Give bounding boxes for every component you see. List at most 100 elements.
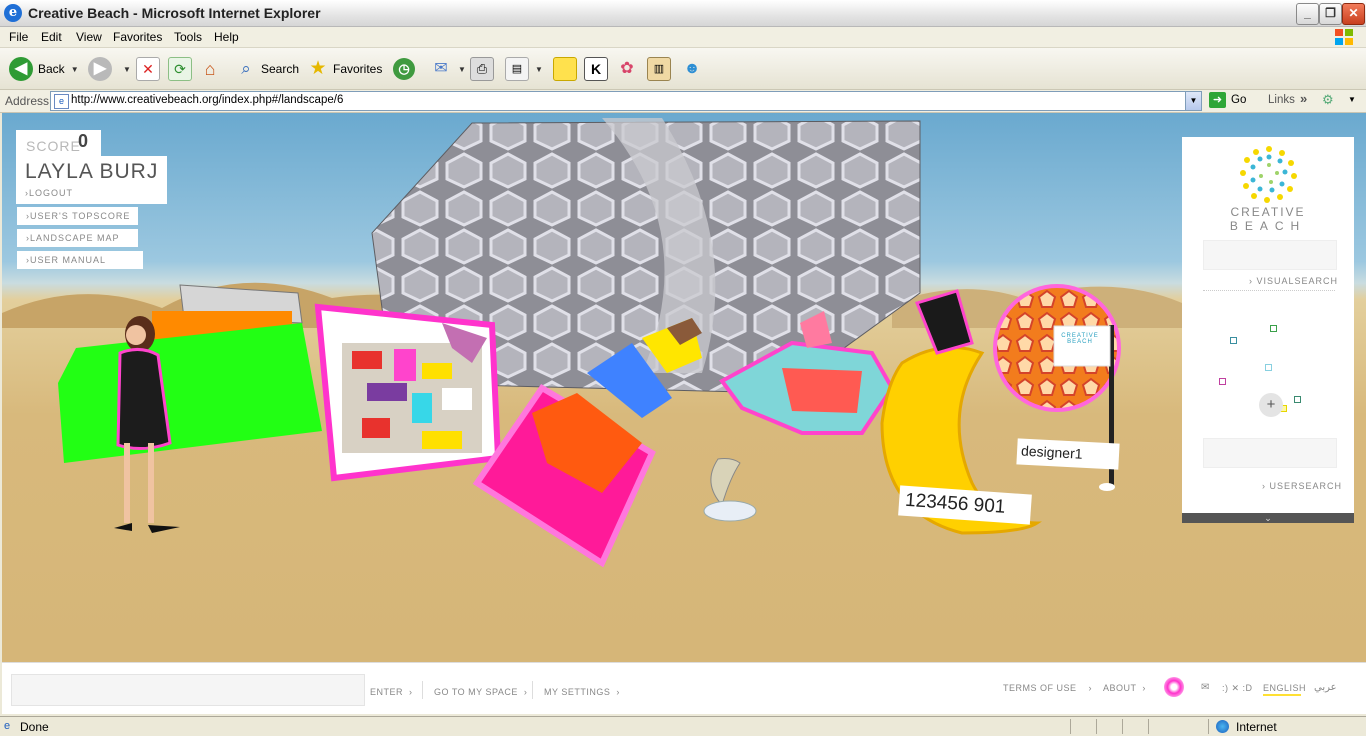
- links-dropdown-icon[interactable]: ▼: [1348, 95, 1356, 104]
- zone-text: Internet: [1236, 720, 1277, 734]
- address-input[interactable]: e http://www.creativebeach.org/index.php…: [50, 91, 1202, 111]
- edit-button[interactable]: ▤ ▼: [505, 56, 543, 82]
- stop-button[interactable]: ✕: [136, 56, 160, 82]
- about-label: ABOUT: [1103, 683, 1137, 693]
- zoom-plus-icon[interactable]: +: [1259, 393, 1283, 417]
- language-arabic[interactable]: عربي: [1314, 682, 1337, 693]
- menu-tools[interactable]: Tools: [174, 30, 202, 44]
- enter-input[interactable]: [11, 674, 365, 706]
- address-label: Address: [5, 94, 50, 108]
- arrow-right-icon: ›: [1079, 683, 1093, 693]
- refresh-button[interactable]: ⟳: [168, 56, 192, 82]
- divider: [422, 681, 423, 699]
- map-dot[interactable]: [1230, 337, 1237, 344]
- nav-user-manual[interactable]: ›USER MANUAL: [17, 251, 143, 269]
- menu-help[interactable]: Help: [214, 30, 239, 44]
- forward-arrow-icon: ▶: [88, 57, 112, 81]
- panel-collapse-bar[interactable]: ⌄: [1182, 513, 1354, 523]
- status-pane: [1148, 719, 1149, 734]
- search-label: Search: [261, 62, 300, 76]
- flag[interactable]: [1053, 325, 1111, 367]
- links-toolbar[interactable]: Links: [1268, 94, 1295, 106]
- forward-button[interactable]: ▶ ▼: [88, 56, 131, 82]
- divider: [1203, 290, 1335, 291]
- usersearch-input[interactable]: [1203, 438, 1337, 468]
- page-done-icon: e: [4, 720, 11, 732]
- arrow-right-icon: ›: [1262, 481, 1270, 491]
- window-title: Creative Beach - Microsoft Internet Expl…: [28, 5, 321, 21]
- map-dot[interactable]: [1294, 396, 1301, 403]
- green-block[interactable]: [58, 323, 322, 463]
- search-button[interactable]: ⌕ Search: [235, 56, 299, 82]
- menu-favorites[interactable]: Favorites: [113, 30, 162, 44]
- forward-dropdown-icon[interactable]: ▼: [123, 65, 131, 74]
- mail-dropdown-icon[interactable]: ▼: [458, 65, 466, 74]
- maximize-button[interactable]: ❐: [1319, 3, 1342, 25]
- cloud-icon: [703, 500, 757, 522]
- go-to-my-space-label: GO TO MY SPACE: [434, 687, 518, 697]
- nav-landscape-map[interactable]: ›LANDSCAPE MAP: [17, 229, 138, 247]
- back-label: Back: [38, 62, 65, 76]
- landscape-scene[interactable]: [2, 113, 1366, 662]
- back-button[interactable]: ◀ Back ▼: [9, 56, 79, 82]
- minimize-button[interactable]: _: [1296, 3, 1319, 25]
- enter-label: ENTER: [370, 687, 404, 697]
- menu-file[interactable]: File: [9, 30, 28, 44]
- arrow-right-icon: ›: [1139, 683, 1146, 693]
- chevron-down-icon: ⌄: [1264, 513, 1272, 523]
- logout-link[interactable]: ›LOGOUT: [25, 188, 73, 198]
- language-underline: [1263, 694, 1301, 696]
- back-dropdown-icon[interactable]: ▼: [71, 65, 79, 74]
- my-settings-link[interactable]: MY SETTINGS ›: [544, 687, 620, 697]
- mail-icon[interactable]: ✉: [1201, 682, 1210, 693]
- print-button[interactable]: ⎙: [470, 56, 494, 82]
- enter-button[interactable]: ENTER ›: [370, 687, 413, 697]
- mail-button[interactable]: ✉ ▼: [430, 56, 466, 82]
- chevron-right-icon[interactable]: »: [1300, 91, 1307, 106]
- mail-icon: ✉: [434, 60, 448, 77]
- edit-page-icon: ▤: [505, 57, 529, 81]
- toolbar: ◀ Back ▼ ▶ ▼ ✕ ⟳ ⌂ ⌕ Search ★ Favorites …: [0, 48, 1366, 90]
- close-button[interactable]: ✕: [1342, 3, 1365, 25]
- visualsearch-input[interactable]: [1203, 240, 1337, 270]
- history-icon: ◷: [393, 58, 415, 80]
- nav-topscore[interactable]: ›USER'S TOPSCORE: [17, 207, 138, 225]
- links-tool-icon[interactable]: ⚙: [1322, 92, 1334, 108]
- terms-link[interactable]: TERMS OF USE ›: [1003, 683, 1092, 693]
- messenger-button[interactable]: ☻: [681, 56, 703, 82]
- address-dropdown-icon[interactable]: ▼: [1185, 92, 1201, 110]
- status-text: Done: [20, 720, 49, 734]
- emotes[interactable]: :) ✕ :D: [1222, 683, 1253, 694]
- map-dot[interactable]: [1270, 325, 1277, 332]
- history-button[interactable]: ◷: [393, 56, 420, 82]
- favorites-button[interactable]: ★ Favorites: [307, 56, 382, 82]
- go-button[interactable]: ➜ Go: [1209, 92, 1246, 108]
- home-button[interactable]: ⌂: [199, 56, 221, 82]
- research-button[interactable]: ▥: [647, 56, 671, 82]
- scene-graphics: [2, 118, 1182, 568]
- visualsearch-link[interactable]: › VISUALSEARCH: [1249, 276, 1338, 286]
- menu-bar: File Edit View Favorites Tools Help: [0, 27, 1366, 48]
- notes-button[interactable]: [553, 56, 577, 82]
- designer-label[interactable]: designer1: [1016, 438, 1120, 470]
- home-icon: ⌂: [204, 59, 216, 79]
- go-to-my-space-link[interactable]: GO TO MY SPACE ›: [434, 687, 527, 697]
- address-url[interactable]: http://www.creativebeach.org/index.php#/…: [71, 94, 343, 106]
- usersearch-link[interactable]: › USERSEARCH: [1262, 481, 1342, 491]
- menu-edit[interactable]: Edit: [41, 30, 62, 44]
- about-link[interactable]: ABOUT ›: [1103, 683, 1146, 693]
- status-pane: [1122, 719, 1123, 734]
- messenger-tool-button[interactable]: ✿: [616, 56, 638, 82]
- menu-view[interactable]: View: [76, 30, 102, 44]
- map-dot[interactable]: [1219, 378, 1226, 385]
- language-english[interactable]: ENGLISH: [1263, 683, 1306, 693]
- ie-app-icon: e: [4, 4, 22, 22]
- edit-dropdown-icon[interactable]: ▼: [535, 65, 543, 74]
- status-pane: [1070, 719, 1071, 734]
- k-button[interactable]: K: [584, 56, 608, 82]
- pink-status-icon[interactable]: [1164, 677, 1184, 697]
- logo-line1: CREATIVE: [1230, 205, 1306, 219]
- map-dot[interactable]: [1265, 364, 1272, 371]
- creative-beach-logo-icon: [1240, 146, 1297, 203]
- moon-icon[interactable]: [710, 458, 741, 506]
